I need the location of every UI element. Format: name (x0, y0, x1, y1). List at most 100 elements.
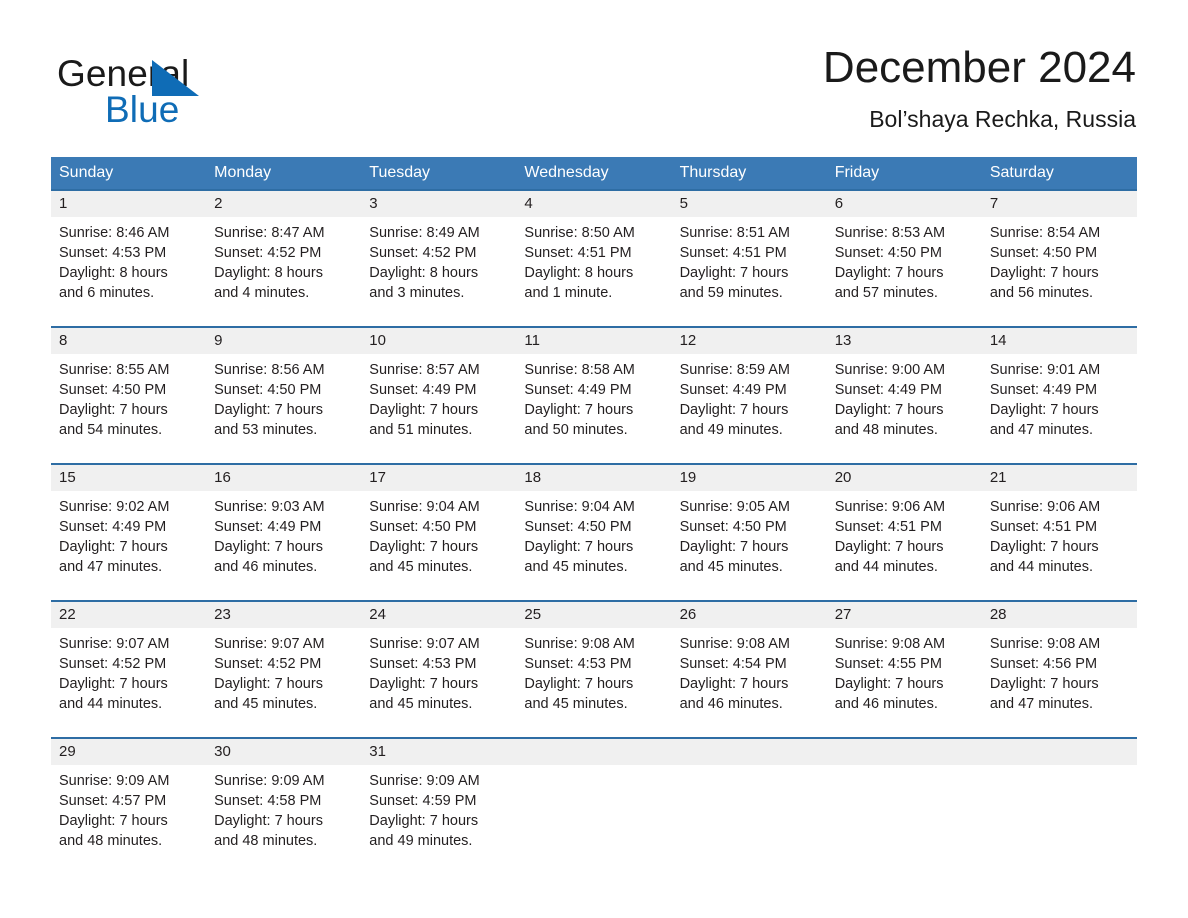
daylight-text-line2: and 50 minutes. (524, 422, 628, 438)
sunrise-text: Sunrise: 9:06 AM (834, 499, 946, 515)
daylight-text-line1: Daylight: 7 hours (679, 265, 789, 281)
day-cell[interactable]: Sunrise: 9:05 AM Sunset: 4:50 PM Dayligh… (672, 491, 827, 600)
day-cell[interactable]: Sunrise: 9:09 AM Sunset: 4:59 PM Dayligh… (361, 765, 516, 874)
day-cell[interactable]: Sunrise: 8:55 AM Sunset: 4:50 PM Dayligh… (51, 354, 206, 463)
day-number[interactable]: 9 (206, 328, 361, 354)
day-number[interactable]: 1 (51, 191, 206, 217)
sunrise-text: Sunrise: 8:55 AM (59, 362, 170, 378)
day-cell[interactable]: Sunrise: 8:58 AM Sunset: 4:49 PM Dayligh… (516, 354, 671, 463)
daylight-text-line1: Daylight: 7 hours (834, 539, 944, 555)
day-cell[interactable]: Sunrise: 8:56 AM Sunset: 4:50 PM Dayligh… (206, 354, 361, 463)
day-cell[interactable]: Sunrise: 9:08 AM Sunset: 4:53 PM Dayligh… (516, 628, 671, 737)
daylight-text-line1: Daylight: 7 hours (679, 539, 789, 555)
day-number[interactable]: 3 (361, 191, 516, 217)
week-daynumber-band: 29 30 31 (51, 739, 1137, 765)
day-cell[interactable]: Sunrise: 9:08 AM Sunset: 4:55 PM Dayligh… (827, 628, 982, 737)
daylight-text-line2: and 57 minutes. (834, 285, 938, 301)
day-number[interactable]: 28 (982, 602, 1137, 628)
day-cell[interactable]: Sunrise: 9:04 AM Sunset: 4:50 PM Dayligh… (361, 491, 516, 600)
day-number[interactable]: 4 (516, 191, 671, 217)
sunset-text: Sunset: 4:51 PM (989, 519, 1098, 535)
day-number[interactable]: 20 (827, 465, 982, 491)
day-cell[interactable]: Sunrise: 9:02 AM Sunset: 4:49 PM Dayligh… (51, 491, 206, 600)
sunrise-text: Sunrise: 8:56 AM (214, 362, 325, 378)
day-cell[interactable]: Sunrise: 9:08 AM Sunset: 4:56 PM Dayligh… (982, 628, 1137, 737)
week-daynumber-band: 1 2 3 4 5 6 7 (51, 191, 1137, 217)
daylight-text-line2: and 1 minute. (524, 285, 613, 301)
day-cell[interactable]: Sunrise: 8:46 AM Sunset: 4:53 PM Dayligh… (51, 217, 206, 326)
day-number[interactable]: 12 (672, 328, 827, 354)
week-row: 29 30 31 Sunrise: 9:09 AM Sunset: 4:57 P… (51, 737, 1137, 874)
daylight-text-line1: Daylight: 8 hours (369, 265, 479, 281)
sunset-text: Sunset: 4:51 PM (679, 245, 787, 261)
day-number[interactable]: 6 (827, 191, 982, 217)
daylight-text-line1: Daylight: 7 hours (524, 402, 634, 418)
day-cell[interactable]: Sunrise: 9:06 AM Sunset: 4:51 PM Dayligh… (827, 491, 982, 600)
day-number[interactable]: 14 (982, 328, 1137, 354)
day-cell[interactable]: Sunrise: 9:04 AM Sunset: 4:50 PM Dayligh… (516, 491, 671, 600)
sunset-text: Sunset: 4:53 PM (369, 656, 477, 672)
day-cell[interactable]: Sunrise: 8:59 AM Sunset: 4:49 PM Dayligh… (672, 354, 827, 463)
day-number[interactable]: 27 (827, 602, 982, 628)
daylight-text-line2: and 51 minutes. (369, 422, 473, 438)
day-number[interactable]: 25 (516, 602, 671, 628)
day-number[interactable]: 8 (51, 328, 206, 354)
day-number[interactable]: 22 (51, 602, 206, 628)
sunset-text: Sunset: 4:58 PM (214, 793, 322, 809)
day-number[interactable]: 16 (206, 465, 361, 491)
day-number[interactable]: 11 (516, 328, 671, 354)
day-number[interactable]: 18 (516, 465, 671, 491)
day-cell[interactable]: Sunrise: 8:54 AM Sunset: 4:50 PM Dayligh… (982, 217, 1137, 326)
sunset-text: Sunset: 4:50 PM (369, 519, 477, 535)
day-cell[interactable]: Sunrise: 9:09 AM Sunset: 4:58 PM Dayligh… (206, 765, 361, 874)
day-cell[interactable]: Sunrise: 8:57 AM Sunset: 4:49 PM Dayligh… (361, 354, 516, 463)
day-cell[interactable]: Sunrise: 9:00 AM Sunset: 4:49 PM Dayligh… (827, 354, 982, 463)
daylight-text-line1: Daylight: 7 hours (834, 676, 944, 692)
day-number[interactable]: 13 (827, 328, 982, 354)
day-cell[interactable]: Sunrise: 9:08 AM Sunset: 4:54 PM Dayligh… (672, 628, 827, 737)
day-number[interactable]: 17 (361, 465, 516, 491)
day-cell[interactable]: Sunrise: 8:53 AM Sunset: 4:50 PM Dayligh… (827, 217, 982, 326)
day-cell[interactable]: Sunrise: 8:51 AM Sunset: 4:51 PM Dayligh… (672, 217, 827, 326)
week-daynumber-band: 8 9 10 11 12 13 14 (51, 328, 1137, 354)
day-cell[interactable]: Sunrise: 9:06 AM Sunset: 4:51 PM Dayligh… (982, 491, 1137, 600)
day-number[interactable]: 5 (672, 191, 827, 217)
day-number[interactable]: 19 (672, 465, 827, 491)
day-number[interactable]: 23 (206, 602, 361, 628)
sunset-text: Sunset: 4:52 PM (59, 656, 167, 672)
day-number[interactable]: 21 (982, 465, 1137, 491)
day-number[interactable]: 24 (361, 602, 516, 628)
day-cell[interactable]: Sunrise: 8:50 AM Sunset: 4:51 PM Dayligh… (516, 217, 671, 326)
day-cell[interactable]: Sunrise: 9:03 AM Sunset: 4:49 PM Dayligh… (206, 491, 361, 600)
day-number[interactable]: 31 (361, 739, 516, 765)
day-number[interactable]: 10 (361, 328, 516, 354)
weekday-header-friday: Friday (834, 164, 880, 181)
week-row: 15 16 17 18 19 20 21 Sunrise: 9:02 AM Su… (51, 463, 1137, 600)
sunset-text: Sunset: 4:51 PM (834, 519, 942, 535)
daylight-text-line2: and 3 minutes. (369, 285, 465, 301)
day-number-empty (516, 739, 671, 765)
daylight-text-line2: and 48 minutes. (59, 833, 163, 849)
day-cell[interactable]: Sunrise: 9:07 AM Sunset: 4:52 PM Dayligh… (206, 628, 361, 737)
weekday-header-monday: Monday (214, 164, 272, 181)
daylight-text-line1: Daylight: 7 hours (214, 539, 323, 555)
daylight-text-line1: Daylight: 7 hours (679, 402, 789, 418)
day-number[interactable]: 2 (206, 191, 361, 217)
day-number[interactable]: 26 (672, 602, 827, 628)
day-cell[interactable]: Sunrise: 9:07 AM Sunset: 4:52 PM Dayligh… (51, 628, 206, 737)
day-cell[interactable]: Sunrise: 9:01 AM Sunset: 4:49 PM Dayligh… (982, 354, 1137, 463)
day-number[interactable]: 15 (51, 465, 206, 491)
sunrise-text: Sunrise: 9:07 AM (214, 636, 325, 652)
day-number[interactable]: 30 (206, 739, 361, 765)
daylight-text-line2: and 6 minutes. (59, 285, 155, 301)
day-number[interactable]: 7 (982, 191, 1137, 217)
sunset-text: Sunset: 4:57 PM (59, 793, 167, 809)
sunset-text: Sunset: 4:50 PM (989, 245, 1098, 261)
daylight-text-line2: and 45 minutes. (679, 559, 783, 575)
day-cell[interactable]: Sunrise: 8:47 AM Sunset: 4:52 PM Dayligh… (206, 217, 361, 326)
day-number[interactable]: 29 (51, 739, 206, 765)
day-cell[interactable]: Sunrise: 9:07 AM Sunset: 4:53 PM Dayligh… (361, 628, 516, 737)
sunset-text: Sunset: 4:54 PM (679, 656, 787, 672)
day-cell[interactable]: Sunrise: 8:49 AM Sunset: 4:52 PM Dayligh… (361, 217, 516, 326)
day-cell[interactable]: Sunrise: 9:09 AM Sunset: 4:57 PM Dayligh… (51, 765, 206, 874)
